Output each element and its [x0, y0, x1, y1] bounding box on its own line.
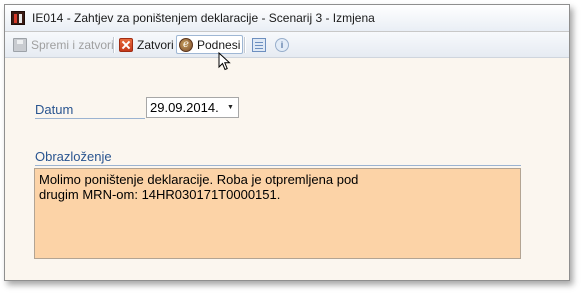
date-label: Datum — [35, 102, 74, 117]
info-icon: i — [275, 37, 289, 52]
mouse-cursor-icon — [218, 52, 231, 71]
save-close-label: Spremi i zatvori — [31, 37, 114, 52]
document-icon — [252, 37, 266, 52]
form-area: Datum 29.09.2014. ▼ Obrazloženje Molimo … — [5, 58, 569, 280]
info-button[interactable]: i — [273, 35, 291, 54]
date-value: 29.09.2014. — [150, 100, 219, 115]
close-icon — [119, 37, 133, 52]
reason-label: Obrazloženje — [35, 149, 112, 164]
submit-button[interactable]: e Podnesi — [176, 35, 244, 54]
title-bar: IE014 - Zahtjev za poništenjem deklaraci… — [5, 5, 569, 32]
document-button[interactable] — [250, 35, 268, 54]
toolbar-separator — [244, 37, 246, 53]
close-label: Zatvori — [137, 37, 174, 52]
date-label-underline — [35, 118, 145, 119]
submit-icon: e — [179, 37, 193, 52]
date-picker[interactable]: 29.09.2014. ▼ — [146, 97, 239, 118]
window-title: IE014 - Zahtjev za poništenjem deklaraci… — [32, 11, 375, 25]
app-icon — [11, 11, 25, 25]
reason-textarea[interactable]: Molimo poništenje deklaracije. Roba je o… — [34, 168, 521, 259]
reason-label-underline — [35, 165, 521, 166]
close-button[interactable]: Zatvori — [117, 35, 176, 54]
save-close-button[interactable]: Spremi i zatvori — [11, 35, 116, 54]
save-icon — [13, 37, 27, 52]
toolbar-separator — [113, 37, 115, 53]
dialog-window: IE014 - Zahtjev za poništenjem deklaraci… — [4, 4, 570, 281]
toolbar: Spremi i zatvori Zatvori e Podnesi i — [5, 32, 569, 58]
chevron-down-icon[interactable]: ▼ — [223, 98, 238, 117]
submit-label: Podnesi — [197, 37, 241, 52]
